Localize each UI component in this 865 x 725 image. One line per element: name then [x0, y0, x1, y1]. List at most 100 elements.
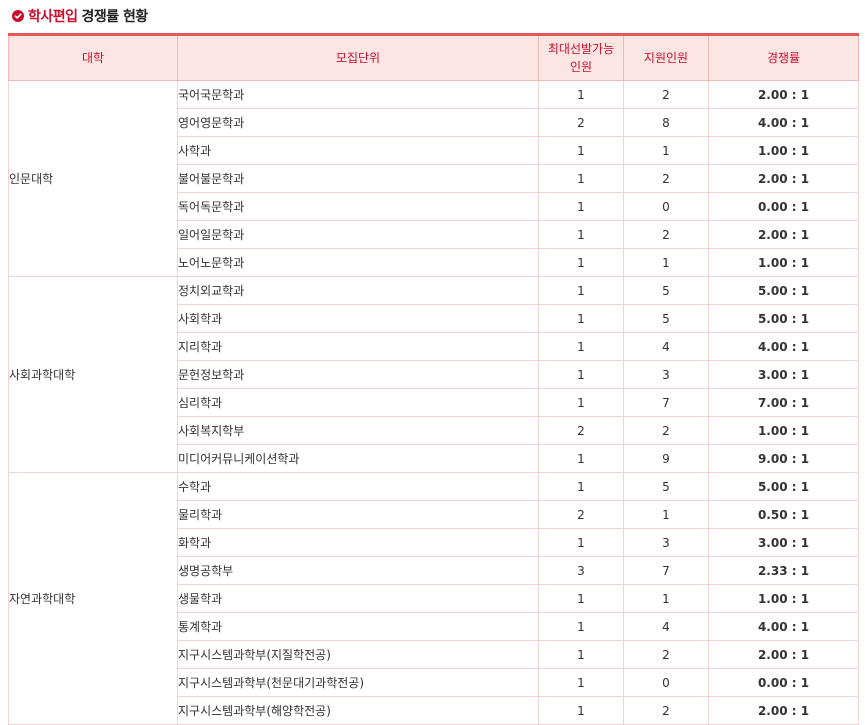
ratio-cell: 2.00 : 1 [708, 640, 859, 669]
college-cell: 자연과학대학 [8, 472, 178, 725]
title-text: 경쟁률 현황 [81, 9, 149, 25]
dept-cell: 영어영문학과 [177, 108, 539, 137]
dept-cell: 정치외교학과 [177, 276, 539, 305]
applicants-cell: 5 [623, 472, 709, 501]
ratio-cell: 2.00 : 1 [708, 164, 859, 193]
col-header-ratio: 경쟁률 [708, 33, 859, 81]
table-header-row: 대학 모집단위 최대선발가능 인원 지원인원 경쟁률 [8, 33, 859, 81]
applicants-cell: 0 [623, 668, 709, 697]
dept-cell: 지구시스템과학부(해양학전공) [177, 696, 539, 725]
ratio-cell: 0.00 : 1 [708, 668, 859, 697]
quota-cell: 1 [538, 164, 624, 193]
applicants-cell: 4 [623, 332, 709, 361]
dept-cell: 화학과 [177, 528, 539, 557]
ratio-cell: 5.00 : 1 [708, 472, 859, 501]
ratio-cell: 3.00 : 1 [708, 528, 859, 557]
applicants-cell: 8 [623, 108, 709, 137]
dept-cell: 심리학과 [177, 388, 539, 417]
applicants-cell: 0 [623, 192, 709, 221]
ratio-cell: 2.00 : 1 [708, 220, 859, 249]
dept-cell: 국어국문학과 [177, 80, 539, 109]
quota-cell: 1 [538, 304, 624, 333]
applicants-cell: 1 [623, 584, 709, 613]
ratio-cell: 7.00 : 1 [708, 388, 859, 417]
ratio-cell: 5.00 : 1 [708, 304, 859, 333]
applicants-cell: 2 [623, 696, 709, 725]
quota-cell: 1 [538, 332, 624, 361]
quota-cell: 1 [538, 248, 624, 277]
ratio-cell: 1.00 : 1 [708, 248, 859, 277]
applicants-cell: 9 [623, 444, 709, 473]
quota-cell: 3 [538, 556, 624, 585]
dept-cell: 지리학과 [177, 332, 539, 361]
page-title: 학사편입 경쟁률 현황 [12, 6, 148, 26]
applicants-cell: 2 [623, 164, 709, 193]
quota-cell: 2 [538, 416, 624, 445]
ratio-cell: 2.33 : 1 [708, 556, 859, 585]
dept-cell: 문헌정보학과 [177, 360, 539, 389]
ratio-cell: 9.00 : 1 [708, 444, 859, 473]
ratio-cell: 2.00 : 1 [708, 80, 859, 109]
dept-cell: 생명공학부 [177, 556, 539, 585]
ratio-cell: 4.00 : 1 [708, 612, 859, 641]
quota-cell: 1 [538, 80, 624, 109]
col-header-quota: 최대선발가능 인원 [538, 33, 624, 81]
ratio-cell: 1.00 : 1 [708, 136, 859, 165]
quota-cell: 1 [538, 528, 624, 557]
applicants-cell: 7 [623, 388, 709, 417]
quota-cell: 1 [538, 220, 624, 249]
col-header-unit: 모집단위 [177, 33, 539, 81]
quota-cell: 1 [538, 192, 624, 221]
quota-cell: 1 [538, 668, 624, 697]
ratio-cell: 0.00 : 1 [708, 192, 859, 221]
dept-cell: 불어불문학과 [177, 164, 539, 193]
applicants-cell: 1 [623, 136, 709, 165]
title-accent: 학사편입 [28, 9, 78, 25]
col-header-college: 대학 [8, 33, 178, 81]
ratio-cell: 3.00 : 1 [708, 360, 859, 389]
quota-cell: 1 [538, 136, 624, 165]
quota-cell: 1 [538, 472, 624, 501]
quota-cell: 1 [538, 444, 624, 473]
applicants-cell: 5 [623, 276, 709, 305]
table-body: 인문대학 국어국문학과 1 2 2.00 : 1 영어영문학과 2 8 4.00 : 1 사학과 1… [8, 80, 859, 725]
ratio-cell: 4.00 : 1 [708, 332, 859, 361]
dept-cell: 생물학과 [177, 584, 539, 613]
ratio-cell: 1.00 : 1 [708, 416, 859, 445]
ratio-cell: 1.00 : 1 [708, 584, 859, 613]
college-cell: 인문대학 [8, 80, 178, 277]
dept-cell: 지구시스템과학부(지질학전공) [177, 640, 539, 669]
table-row: 자연과학대학 수학과 1 5 5.00 : 1 [8, 472, 859, 725]
dept-cell: 통계학과 [177, 612, 539, 641]
applicants-cell: 2 [623, 640, 709, 669]
col-header-applicants: 지원인원 [623, 33, 709, 81]
applicants-cell: 1 [623, 500, 709, 529]
dept-cell: 독어독문학과 [177, 192, 539, 221]
dept-cell: 미디어커뮤니케이션학과 [177, 444, 539, 473]
ratio-cell: 5.00 : 1 [708, 276, 859, 305]
dept-cell: 사학과 [177, 136, 539, 165]
applicants-cell: 1 [623, 248, 709, 277]
ratio-cell: 4.00 : 1 [708, 108, 859, 137]
applicants-cell: 4 [623, 612, 709, 641]
ratio-cell: 0.50 : 1 [708, 500, 859, 529]
quota-cell: 1 [538, 696, 624, 725]
applicants-cell: 3 [623, 528, 709, 557]
applicants-cell: 2 [623, 80, 709, 109]
dept-cell: 수학과 [177, 472, 539, 501]
quota-cell: 1 [538, 276, 624, 305]
competition-table: 대학 모집단위 최대선발가능 인원 지원인원 경쟁률 인문대학 국어국문학과 1 2 2… [8, 33, 859, 725]
quota-cell: 2 [538, 500, 624, 529]
check-circle-icon [12, 10, 24, 22]
applicants-cell: 5 [623, 304, 709, 333]
quota-cell: 1 [538, 388, 624, 417]
quota-cell: 1 [538, 612, 624, 641]
quota-cell: 2 [538, 108, 624, 137]
table-row: 인문대학 국어국문학과 1 2 2.00 : 1 [8, 80, 859, 277]
dept-cell: 노어노문학과 [177, 248, 539, 277]
dept-cell: 지구시스템과학부(천문대기과학전공) [177, 668, 539, 697]
quota-cell: 1 [538, 360, 624, 389]
dept-cell: 물리학과 [177, 500, 539, 529]
college-cell: 사회과학대학 [8, 276, 178, 473]
quota-cell: 1 [538, 640, 624, 669]
